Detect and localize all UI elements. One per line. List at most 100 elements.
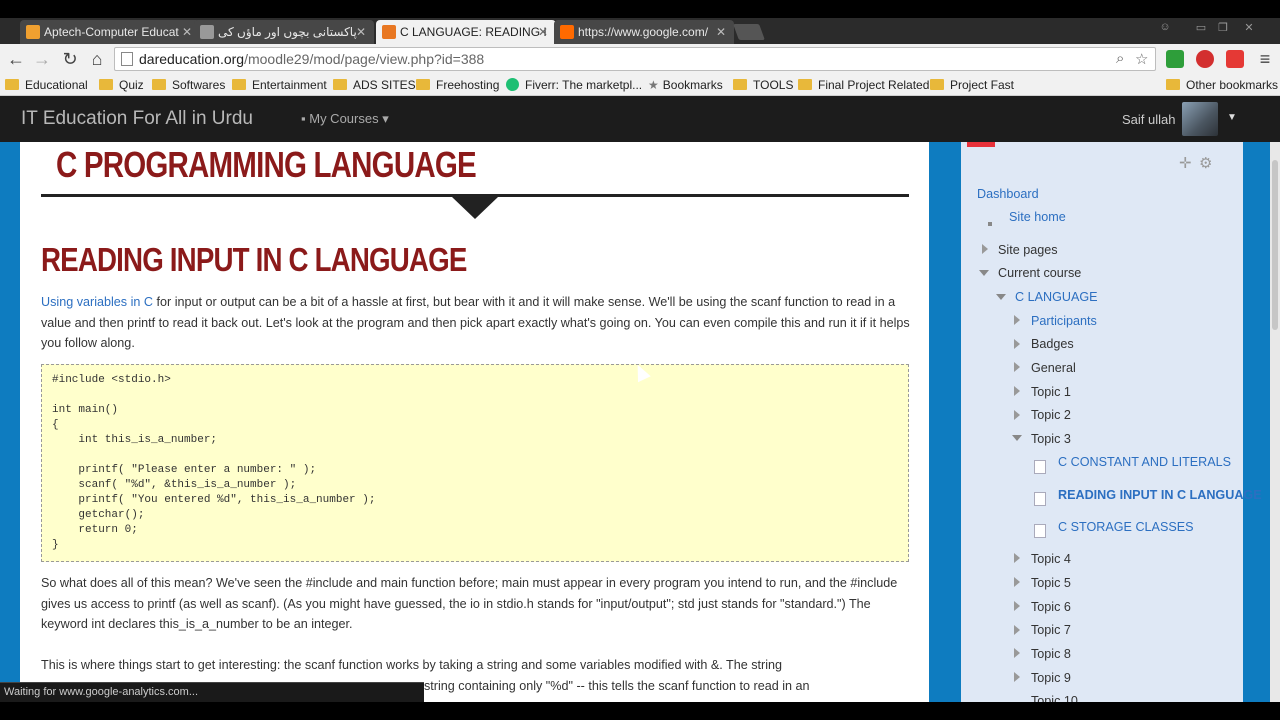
nav-topic-2[interactable]: Topic 2: [1031, 407, 1071, 423]
folder-icon: [5, 79, 19, 90]
tab-google[interactable]: https://www.google.com/ ✕: [554, 20, 734, 44]
bookmark-fiverr[interactable]: Fiverr: The marketpl...: [506, 77, 642, 93]
expand-right-icon[interactable]: [1014, 553, 1020, 563]
bookmark-quiz[interactable]: Quiz: [99, 77, 144, 93]
menu-icon[interactable]: ≡: [1254, 48, 1276, 70]
shield-extension-icon[interactable]: [1166, 50, 1184, 68]
video-extension-icon[interactable]: [1226, 50, 1244, 68]
bookmark-final-project[interactable]: Final Project Related: [798, 77, 929, 93]
expand-right-icon[interactable]: [1014, 672, 1020, 682]
expand-right-icon[interactable]: [1014, 601, 1020, 611]
nav-topic-6[interactable]: Topic 6: [1031, 599, 1071, 615]
nav-badges[interactable]: Badges: [1031, 336, 1074, 352]
bookmark-star-icon[interactable]: ☆: [1135, 50, 1148, 68]
main-content: C PROGRAMMING LANGUAGE READING INPUT IN …: [20, 142, 929, 702]
back-arrow-icon[interactable]: ←: [5, 48, 27, 70]
variables-link[interactable]: Using variables in C: [41, 295, 153, 309]
user-menu-chevron-down-icon[interactable]: ▼: [1227, 112, 1237, 123]
bookmark-project-fast[interactable]: Project Fast: [930, 77, 1014, 93]
expand-right-icon[interactable]: [1014, 386, 1020, 396]
divider-arrow: [452, 197, 498, 219]
nav-topic-3[interactable]: Topic 3: [1031, 431, 1071, 447]
gear-icon[interactable]: ⚙: [1199, 154, 1212, 172]
nav-current-course[interactable]: Current course: [998, 265, 1081, 281]
bookmark-other[interactable]: Other bookmarks: [1166, 77, 1278, 93]
nav-topic-9[interactable]: Topic 9: [1031, 670, 1071, 686]
nav-course[interactable]: C LANGUAGE: [1015, 289, 1098, 305]
new-tab-button[interactable]: [733, 24, 765, 40]
bookmarks-bar: Educational Quiz Softwares Entertainment…: [0, 74, 1280, 96]
bullet-icon: [988, 222, 992, 226]
expand-right-icon[interactable]: [1014, 339, 1020, 349]
bookmark-softwares[interactable]: Softwares: [152, 77, 225, 93]
expand-right-icon[interactable]: [1014, 625, 1020, 635]
folder-icon: [930, 79, 944, 90]
reload-icon[interactable]: ↻: [59, 48, 81, 70]
tab-favicon-icon: [26, 25, 40, 39]
collapse-down-icon[interactable]: [979, 270, 989, 276]
bookmark-tools[interactable]: TOOLS: [733, 77, 793, 93]
tab-urdu-news[interactable]: پاکستانی بچوں اور ماؤں کی ✕: [194, 20, 374, 44]
bookmark-entertainment[interactable]: Entertainment: [232, 77, 327, 93]
nav-page-constants[interactable]: C CONSTANT AND LITERALS: [1058, 454, 1231, 470]
maximize-icon[interactable]: ❐: [1214, 21, 1232, 35]
nav-site-home[interactable]: Site home: [1009, 209, 1066, 225]
code-text: #include <stdio.h> int main() { int this…: [52, 374, 376, 551]
explanation-paragraph: So what does all of this mean? We've see…: [41, 576, 898, 631]
minimize-icon[interactable]: ▭: [1192, 21, 1210, 35]
bottom-border: [0, 702, 1280, 720]
expand-right-icon[interactable]: [1014, 410, 1020, 420]
scrollbar-thumb[interactable]: [1272, 160, 1278, 330]
collapse-down-icon[interactable]: [1012, 435, 1022, 441]
expand-right-icon[interactable]: [1014, 648, 1020, 658]
adblock-extension-icon[interactable]: [1196, 50, 1214, 68]
nav-participants[interactable]: Participants: [1031, 313, 1097, 329]
nav-topic-10[interactable]: Topic 10: [1031, 693, 1078, 702]
page-body: C PROGRAMMING LANGUAGE READING INPUT IN …: [0, 142, 1270, 702]
expand-right-icon[interactable]: [1014, 315, 1020, 325]
page-icon: [121, 52, 133, 66]
forward-arrow-icon[interactable]: →: [31, 48, 53, 70]
tab-close-icon[interactable]: ✕: [538, 20, 548, 44]
close-window-icon[interactable]: ✕: [1240, 21, 1258, 35]
nav-site-pages[interactable]: Site pages: [998, 242, 1058, 258]
bookmark-educational[interactable]: Educational: [5, 77, 88, 93]
expand-right-icon[interactable]: [1014, 362, 1020, 372]
nav-topic-1[interactable]: Topic 1: [1031, 384, 1071, 400]
move-icon[interactable]: ✛: [1179, 154, 1192, 172]
tab-close-icon[interactable]: ✕: [182, 20, 192, 44]
tab-c-language[interactable]: C LANGUAGE: READING I ✕: [376, 20, 556, 44]
page-icon: [1034, 492, 1046, 506]
navigation-block: [961, 142, 1243, 702]
collapse-down-icon[interactable]: [996, 294, 1006, 300]
expand-right-icon[interactable]: [982, 244, 988, 254]
nav-topic-8[interactable]: Topic 8: [1031, 646, 1071, 662]
bookmark-ads-sites[interactable]: ADS SITES: [333, 77, 416, 93]
folder-icon: [99, 79, 113, 90]
bookmark-bookmarks[interactable]: ★ Bookmarks: [648, 77, 723, 93]
nav-dashboard[interactable]: Dashboard: [977, 186, 1039, 202]
nav-topic-4[interactable]: Topic 4: [1031, 551, 1071, 567]
address-bar[interactable]: dareducation.org/moodle29/mod/page/view.…: [114, 47, 1156, 71]
home-icon[interactable]: ⌂: [86, 48, 108, 70]
folder-icon: [152, 79, 166, 90]
site-brand[interactable]: IT Education For All in Urdu: [21, 108, 253, 130]
tab-title: Aptech-Computer Educat: [44, 25, 179, 39]
tab-aptech[interactable]: Aptech-Computer Educat ✕: [20, 20, 200, 44]
user-name[interactable]: Saif ullah: [1122, 112, 1175, 127]
bookmark-freehosting[interactable]: Freehosting: [416, 77, 499, 93]
profile-icon[interactable]: ☺: [1156, 21, 1174, 35]
fiverr-icon: [506, 78, 519, 91]
nav-page-storage-classes[interactable]: C STORAGE CLASSES: [1058, 519, 1194, 535]
nav-topic-5[interactable]: Topic 5: [1031, 575, 1071, 591]
nav-page-reading-input[interactable]: READING INPUT IN C LANGUAGE: [1058, 487, 1262, 503]
course-title: C PROGRAMMING LANGUAGE: [56, 144, 477, 185]
nav-topic-7[interactable]: Topic 7: [1031, 622, 1071, 638]
tab-close-icon[interactable]: ✕: [356, 20, 366, 44]
search-icon[interactable]: ⌕: [1116, 50, 1124, 67]
expand-right-icon[interactable]: [1014, 577, 1020, 587]
tab-close-icon[interactable]: ✕: [716, 20, 726, 44]
nav-general[interactable]: General: [1031, 360, 1076, 376]
avatar[interactable]: [1182, 102, 1218, 136]
my-courses-menu[interactable]: ▪ My Courses ▾: [301, 111, 389, 127]
